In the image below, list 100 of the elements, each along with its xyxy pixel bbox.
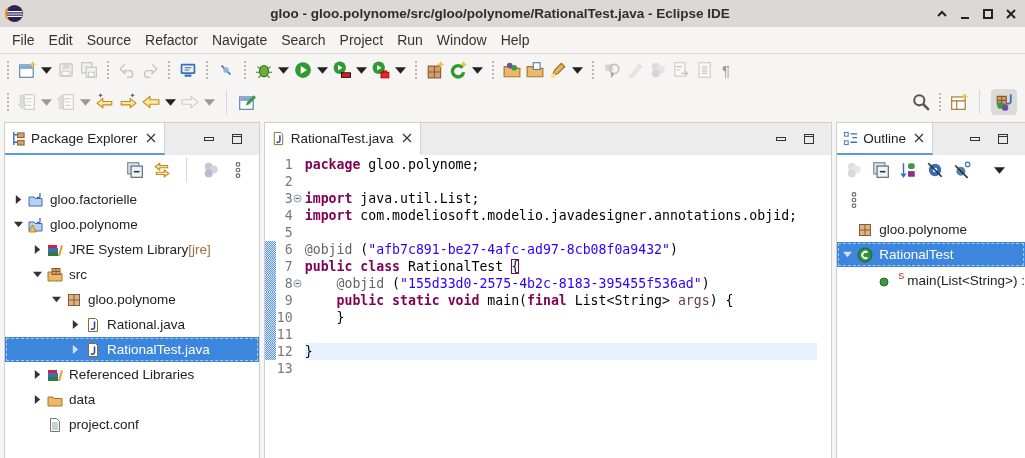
code-line: public static void main(final List<String> args) { (335, 292, 735, 309)
java-icon (85, 341, 101, 358)
run-badge-icon[interactable] (333, 61, 351, 79)
menu-item[interactable]: Window (429, 32, 494, 48)
line-number: 1 (283, 157, 293, 172)
pen-icon[interactable] (549, 61, 567, 79)
tree-item[interactable]: gloo.polynome (837, 217, 1025, 242)
dropdown-caret-icon[interactable] (165, 98, 176, 106)
code-line: @objid ("afb7c891-be27-4afc-ad97-8cb08f0a9432") (304, 241, 679, 258)
dropdown-caret-icon[interactable] (472, 66, 483, 74)
tree-item[interactable]: RationalTest.java (5, 337, 259, 362)
code-line: public class RationalTest { (304, 258, 521, 275)
tree-item[interactable]: gloo.polynome (5, 212, 259, 237)
maximize-icon[interactable] (230, 133, 243, 145)
line-number: 11 (275, 327, 293, 342)
expand-arrow-icon[interactable] (13, 195, 23, 204)
new-window-icon[interactable] (18, 61, 36, 79)
collapse-arrow-icon[interactable] (51, 295, 61, 304)
menu-item[interactable]: File (5, 32, 42, 48)
menu-item[interactable]: Run (390, 32, 430, 48)
tree-item[interactable]: gloo.polynome (5, 287, 259, 312)
expand-arrow-icon[interactable] (32, 370, 42, 379)
expand-arrow-icon[interactable] (32, 395, 42, 404)
forward-arrow-icon[interactable] (119, 93, 137, 111)
perspective-button[interactable] (991, 89, 1017, 115)
view-tab[interactable]: Outline (837, 123, 933, 155)
fold-icon[interactable] (292, 279, 302, 288)
class-icon (857, 246, 874, 263)
run-icon[interactable] (294, 61, 312, 79)
dropdown-caret-icon[interactable] (395, 66, 406, 74)
grid-star-icon[interactable] (426, 61, 444, 79)
collapse-arrow-icon[interactable] (13, 220, 23, 229)
code-line: @objid ("155d33d0-2575-4b2c-8183-395455f536ad") (335, 275, 711, 292)
dropdown-caret-icon[interactable] (356, 66, 367, 74)
menu-item[interactable]: Project (332, 32, 391, 48)
back-arrow-icon[interactable] (96, 93, 114, 111)
close-icon[interactable] (913, 133, 924, 143)
collapse-arrow-icon[interactable] (32, 270, 42, 279)
line-number: 9 (283, 293, 293, 308)
line-number: 10 (275, 310, 293, 325)
window-title: gloo - gloo.polynome/src/gloo/polynome/RationalTest.java - Eclipse IDE (269, 6, 731, 21)
expand-arrow-icon[interactable] (32, 245, 42, 254)
line-number: 2 (283, 174, 293, 189)
hide-static-icon[interactable] (953, 161, 972, 179)
tree-item[interactable]: Referenced Libraries (5, 362, 259, 387)
tree-item[interactable]: RationalTest (837, 242, 1025, 267)
tree-item[interactable]: src (5, 262, 259, 287)
package-icon (857, 221, 874, 238)
tree-item[interactable]: $^{S}$ main(List<String>) : (837, 267, 1025, 292)
tree-item[interactable]: Rational.java (5, 312, 259, 337)
line-number: 7 (283, 259, 293, 274)
menu-item[interactable]: Search (274, 32, 333, 48)
tree-item[interactable]: gloo.factorielle (5, 187, 259, 212)
dropdown-caret-icon[interactable] (994, 166, 1006, 174)
menu-item[interactable]: Help (493, 32, 537, 48)
collapse-all-icon[interactable] (872, 161, 891, 179)
close-icon[interactable] (145, 133, 156, 143)
link-icon[interactable] (152, 161, 171, 179)
dropdown-caret-icon[interactable] (41, 66, 52, 74)
fold-icon[interactable] (292, 194, 302, 203)
code-line: package gloo.polynome; (304, 156, 481, 173)
dropdown-caret-icon[interactable] (572, 66, 583, 74)
line-number: 6 (283, 242, 293, 257)
refresh-icon[interactable] (449, 61, 467, 79)
editor-tab[interactable]: RationalTest.java (264, 123, 421, 155)
line-number: 5 (283, 225, 293, 240)
close-icon[interactable] (1005, 7, 1017, 20)
code-line: import java.util.List; (304, 190, 481, 207)
search-icon[interactable] (912, 93, 930, 111)
expand-arrow-icon[interactable] (70, 320, 80, 329)
file-icon (47, 416, 63, 433)
close-icon[interactable] (401, 133, 412, 143)
tree-item[interactable]: data (5, 387, 259, 412)
folder-icon[interactable] (526, 61, 544, 79)
line-number: 8 (283, 276, 293, 291)
tree-item[interactable]: project.conf (5, 412, 259, 437)
view-tab[interactable]: Package Explorer (5, 123, 165, 155)
code-line: } (335, 309, 346, 326)
hide-fields-icon[interactable] (926, 161, 945, 179)
tree-item[interactable]: JRE System Library[jre] (5, 237, 259, 262)
code-line: import com.modeliosoft.modelio.javadesigner.annotations.objid; (304, 207, 798, 224)
menu-item[interactable]: Edit (41, 32, 80, 48)
maximize-icon[interactable] (982, 7, 994, 20)
sort-icon[interactable] (899, 161, 918, 179)
line-number: 4 (283, 208, 293, 223)
dropdown-caret-icon[interactable] (278, 66, 289, 74)
menu-item[interactable]: Refactor (138, 32, 205, 48)
maximize-icon[interactable] (997, 133, 1009, 145)
project-warning-icon (28, 216, 44, 233)
maximize-icon[interactable] (803, 133, 816, 145)
dropdown-caret-icon[interactable] (317, 66, 328, 74)
java-icon (85, 316, 101, 333)
window-pen-icon[interactable] (238, 93, 256, 111)
monitor-icon[interactable] (179, 61, 197, 79)
menu-item[interactable]: Navigate (204, 32, 275, 48)
menu-item[interactable]: Source (79, 32, 139, 48)
open-perspective-icon[interactable] (950, 93, 968, 111)
run-toolbox-icon[interactable] (372, 61, 390, 79)
folder-icon[interactable] (503, 61, 521, 79)
collapse-all-icon[interactable] (125, 161, 144, 179)
